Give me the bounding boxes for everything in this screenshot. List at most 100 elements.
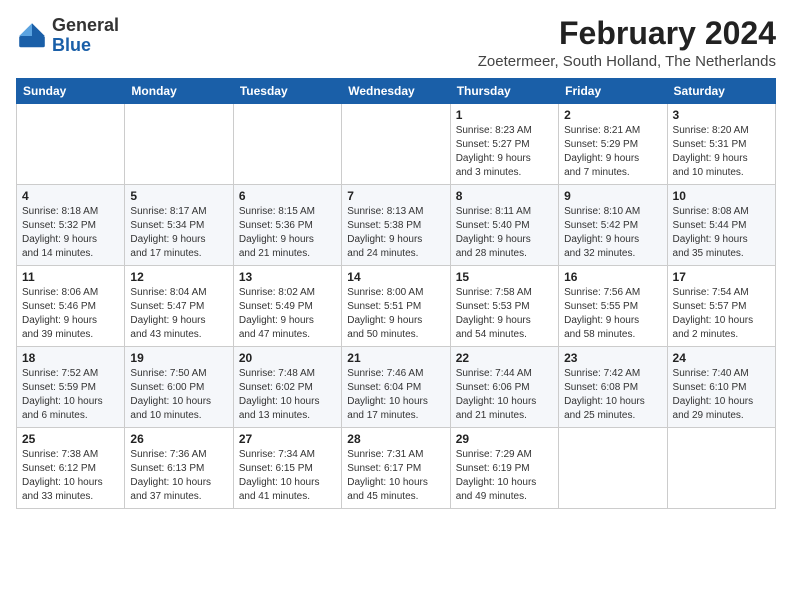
day-number: 4 <box>22 189 119 203</box>
day-number: 13 <box>239 270 336 284</box>
day-header-friday: Friday <box>559 79 667 104</box>
calendar-cell: 25 Sunrise: 7:38 AMSunset: 6:12 PMDayligh… <box>17 428 125 509</box>
day-number: 5 <box>130 189 227 203</box>
calendar-cell: 2 Sunrise: 8:21 AMSunset: 5:29 PMDaylight… <box>559 104 667 185</box>
calendar-week-3: 18 Sunrise: 7:52 AMSunset: 5:59 PMDayligh… <box>17 347 776 428</box>
day-info: Sunrise: 8:13 AMSunset: 5:38 PMDaylight:… <box>347 205 444 261</box>
day-info: Sunrise: 7:56 AMSunset: 5:55 PMDaylight:… <box>564 286 661 342</box>
day-number: 16 <box>564 270 661 284</box>
calendar-cell: 4 Sunrise: 8:18 AMSunset: 5:32 PMDaylight… <box>17 185 125 266</box>
day-number: 15 <box>456 270 553 284</box>
day-info: Sunrise: 7:46 AMSunset: 6:04 PMDaylight:… <box>347 367 444 423</box>
day-info: Sunrise: 8:18 AMSunset: 5:32 PMDaylight:… <box>22 205 119 261</box>
day-number: 24 <box>673 351 770 365</box>
calendar-cell: 13 Sunrise: 8:02 AMSunset: 5:49 PMDayligh… <box>233 266 341 347</box>
day-number: 14 <box>347 270 444 284</box>
day-info: Sunrise: 7:50 AMSunset: 6:00 PMDaylight:… <box>130 367 227 423</box>
day-info: Sunrise: 7:52 AMSunset: 5:59 PMDaylight:… <box>22 367 119 423</box>
calendar-cell: 20 Sunrise: 7:48 AMSunset: 6:02 PMDayligh… <box>233 347 341 428</box>
day-number: 26 <box>130 432 227 446</box>
calendar-cell: 19 Sunrise: 7:50 AMSunset: 6:00 PMDayligh… <box>125 347 233 428</box>
day-info: Sunrise: 8:06 AMSunset: 5:46 PMDaylight:… <box>22 286 119 342</box>
day-header-sunday: Sunday <box>17 79 125 104</box>
calendar-week-1: 4 Sunrise: 8:18 AMSunset: 5:32 PMDaylight… <box>17 185 776 266</box>
calendar-cell: 15 Sunrise: 7:58 AMSunset: 5:53 PMDayligh… <box>450 266 558 347</box>
calendar-cell <box>559 428 667 509</box>
day-info: Sunrise: 8:00 AMSunset: 5:51 PMDaylight:… <box>347 286 444 342</box>
calendar-cell: 22 Sunrise: 7:44 AMSunset: 6:06 PMDayligh… <box>450 347 558 428</box>
logo-general: General <box>52 15 119 35</box>
calendar-cell: 17 Sunrise: 7:54 AMSunset: 5:57 PMDayligh… <box>667 266 775 347</box>
day-number: 1 <box>456 108 553 122</box>
day-number: 27 <box>239 432 336 446</box>
day-info: Sunrise: 8:15 AMSunset: 5:36 PMDaylight:… <box>239 205 336 261</box>
logo-blue: Blue <box>52 35 91 55</box>
logo-icon <box>16 20 48 52</box>
calendar-cell <box>667 428 775 509</box>
calendar-cell: 3 Sunrise: 8:20 AMSunset: 5:31 PMDaylight… <box>667 104 775 185</box>
day-info: Sunrise: 7:38 AMSunset: 6:12 PMDaylight:… <box>22 448 119 504</box>
header: General Blue February 2024 Zoetermeer, S… <box>16 16 776 70</box>
calendar-cell: 21 Sunrise: 7:46 AMSunset: 6:04 PMDayligh… <box>342 347 450 428</box>
calendar-cell: 24 Sunrise: 7:40 AMSunset: 6:10 PMDayligh… <box>667 347 775 428</box>
day-number: 28 <box>347 432 444 446</box>
day-number: 21 <box>347 351 444 365</box>
calendar: SundayMondayTuesdayWednesdayThursdayFrid… <box>16 78 776 509</box>
day-info: Sunrise: 8:11 AMSunset: 5:40 PMDaylight:… <box>456 205 553 261</box>
day-number: 19 <box>130 351 227 365</box>
calendar-cell: 6 Sunrise: 8:15 AMSunset: 5:36 PMDaylight… <box>233 185 341 266</box>
calendar-cell: 29 Sunrise: 7:29 AMSunset: 6:19 PMDayligh… <box>450 428 558 509</box>
calendar-cell: 26 Sunrise: 7:36 AMSunset: 6:13 PMDayligh… <box>125 428 233 509</box>
day-number: 20 <box>239 351 336 365</box>
day-info: Sunrise: 8:08 AMSunset: 5:44 PMDaylight:… <box>673 205 770 261</box>
calendar-cell: 11 Sunrise: 8:06 AMSunset: 5:46 PMDayligh… <box>17 266 125 347</box>
month-title: February 2024 <box>478 16 776 51</box>
day-info: Sunrise: 8:02 AMSunset: 5:49 PMDaylight:… <box>239 286 336 342</box>
location-title: Zoetermeer, South Holland, The Netherlan… <box>478 53 776 70</box>
day-info: Sunrise: 8:21 AMSunset: 5:29 PMDaylight:… <box>564 124 661 180</box>
title-area: February 2024 Zoetermeer, South Holland,… <box>478 16 776 70</box>
day-number: 7 <box>347 189 444 203</box>
calendar-cell: 5 Sunrise: 8:17 AMSunset: 5:34 PMDaylight… <box>125 185 233 266</box>
day-header-thursday: Thursday <box>450 79 558 104</box>
day-info: Sunrise: 8:17 AMSunset: 5:34 PMDaylight:… <box>130 205 227 261</box>
day-header-tuesday: Tuesday <box>233 79 341 104</box>
day-number: 3 <box>673 108 770 122</box>
calendar-cell: 12 Sunrise: 8:04 AMSunset: 5:47 PMDayligh… <box>125 266 233 347</box>
calendar-cell: 9Sunrise: 8:10 AMSunset: 5:42 PMDaylight… <box>559 185 667 266</box>
day-number: 6 <box>239 189 336 203</box>
day-info: Sunrise: 8:04 AMSunset: 5:47 PMDaylight:… <box>130 286 227 342</box>
day-info: Sunrise: 7:54 AMSunset: 5:57 PMDaylight:… <box>673 286 770 342</box>
calendar-week-2: 11 Sunrise: 8:06 AMSunset: 5:46 PMDayligh… <box>17 266 776 347</box>
calendar-cell: 23Sunrise: 7:42 AMSunset: 6:08 PMDayligh… <box>559 347 667 428</box>
day-number: 25 <box>22 432 119 446</box>
day-info: Sunrise: 7:48 AMSunset: 6:02 PMDaylight:… <box>239 367 336 423</box>
logo: General Blue <box>16 16 119 56</box>
day-info: Sunrise: 7:58 AMSunset: 5:53 PMDaylight:… <box>456 286 553 342</box>
day-number: 12 <box>130 270 227 284</box>
day-header-saturday: Saturday <box>667 79 775 104</box>
day-number: 11 <box>22 270 119 284</box>
day-number: 29 <box>456 432 553 446</box>
day-number: 18 <box>22 351 119 365</box>
calendar-cell: 14 Sunrise: 8:00 AMSunset: 5:51 PMDayligh… <box>342 266 450 347</box>
calendar-week-4: 25 Sunrise: 7:38 AMSunset: 6:12 PMDayligh… <box>17 428 776 509</box>
day-header-monday: Monday <box>125 79 233 104</box>
day-number: 17 <box>673 270 770 284</box>
day-info: Sunrise: 7:40 AMSunset: 6:10 PMDaylight:… <box>673 367 770 423</box>
day-number: 2 <box>564 108 661 122</box>
day-number: 8 <box>456 189 553 203</box>
calendar-cell <box>125 104 233 185</box>
day-number: 23 <box>564 351 661 365</box>
calendar-cell: 7 Sunrise: 8:13 AMSunset: 5:38 PMDaylight… <box>342 185 450 266</box>
day-info: Sunrise: 7:34 AMSunset: 6:15 PMDaylight:… <box>239 448 336 504</box>
day-info: Sunrise: 7:36 AMSunset: 6:13 PMDaylight:… <box>130 448 227 504</box>
day-info: Sunrise: 8:20 AMSunset: 5:31 PMDaylight:… <box>673 124 770 180</box>
day-info: Sunrise: 7:44 AMSunset: 6:06 PMDaylight:… <box>456 367 553 423</box>
calendar-week-0: 1Sunrise: 8:23 AMSunset: 5:27 PMDaylight… <box>17 104 776 185</box>
calendar-cell: 8 Sunrise: 8:11 AMSunset: 5:40 PMDaylight… <box>450 185 558 266</box>
calendar-cell: 27 Sunrise: 7:34 AMSunset: 6:15 PMDayligh… <box>233 428 341 509</box>
calendar-cell <box>17 104 125 185</box>
day-info: Sunrise: 7:29 AMSunset: 6:19 PMDaylight:… <box>456 448 553 504</box>
day-number: 22 <box>456 351 553 365</box>
